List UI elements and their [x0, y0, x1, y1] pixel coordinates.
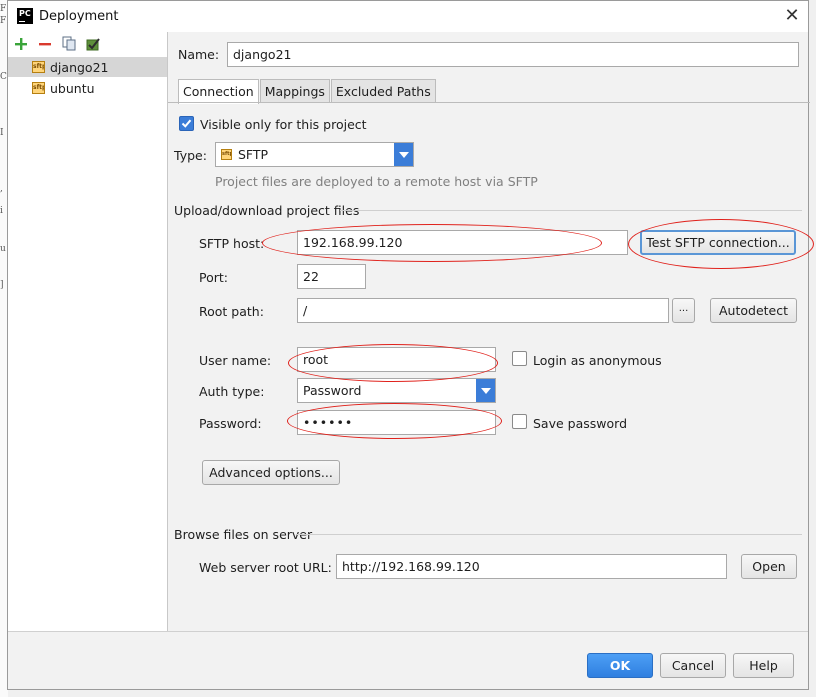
sidebar-item-label: django21 — [50, 59, 109, 75]
deployment-dialog: PC Deployment ✕ sftp django21 sftp ubunt… — [7, 0, 814, 690]
close-icon[interactable]: ✕ — [782, 5, 802, 26]
password-input[interactable]: •••••• — [297, 410, 496, 435]
pycharm-logo-icon: PC — [17, 8, 33, 24]
type-dropdown[interactable]: sftp SFTP — [215, 142, 414, 167]
port-label: Port: — [199, 270, 228, 285]
save-password-label: Save password — [533, 416, 628, 431]
upload-section-divider — [340, 210, 802, 211]
browse-button[interactable]: ... — [672, 298, 695, 323]
web-root-url-label: Web server root URL: — [199, 560, 332, 575]
footer-divider — [8, 631, 808, 632]
test-sftp-connection-button[interactable]: Test SFTP connection... — [640, 230, 796, 255]
sftp-host-label: SFTP host: — [199, 236, 265, 251]
remove-icon[interactable] — [36, 35, 54, 53]
title-bar: PC Deployment ✕ — [8, 1, 808, 32]
root-path-label: Root path: — [199, 304, 264, 319]
save-password-checkbox[interactable] — [512, 414, 527, 429]
sftp-icon: sftp — [221, 149, 232, 160]
password-label: Password: — [199, 416, 262, 431]
ok-button[interactable]: OK — [587, 653, 653, 678]
user-name-label: User name: — [199, 353, 272, 368]
visible-only-label: Visible only for this project — [200, 117, 367, 132]
chevron-down-icon — [394, 143, 413, 166]
check-icon[interactable] — [84, 35, 102, 53]
name-input[interactable]: django21 — [227, 42, 799, 67]
help-button[interactable]: Help — [733, 653, 794, 678]
sidebar-item-django21[interactable]: sftp django21 — [8, 57, 167, 77]
tab-mappings[interactable]: Mappings — [259, 79, 330, 103]
auth-type-label: Auth type: — [199, 384, 265, 399]
sftp-icon: sftp — [32, 82, 45, 94]
add-icon[interactable] — [12, 35, 30, 53]
cancel-button[interactable]: Cancel — [660, 653, 726, 678]
type-value: SFTP — [238, 147, 269, 162]
root-path-input[interactable]: / — [297, 298, 669, 323]
advanced-options-button[interactable]: Advanced options... — [202, 460, 340, 485]
browse-section-divider — [297, 534, 802, 535]
login-anonymous-label: Login as anonymous — [533, 353, 662, 368]
visible-only-checkbox[interactable] — [179, 116, 194, 131]
auth-type-value: Password — [303, 383, 362, 398]
sidebar-item-label: ubuntu — [50, 80, 95, 96]
auth-type-dropdown[interactable]: Password — [297, 378, 496, 403]
sftp-host-input[interactable]: 192.168.99.120 — [297, 230, 628, 255]
upload-section-title: Upload/download project files — [174, 203, 360, 218]
window-title: Deployment — [39, 9, 119, 24]
tab-excluded-paths[interactable]: Excluded Paths — [330, 79, 436, 103]
server-list-panel: sftp django21 sftp ubuntu — [8, 32, 168, 632]
type-description: Project files are deployed to a remote h… — [215, 174, 538, 189]
tab-divider — [168, 102, 810, 103]
sftp-icon: sftp — [32, 61, 45, 73]
copy-icon[interactable] — [60, 35, 78, 53]
browse-section-title: Browse files on server — [174, 527, 313, 542]
open-button[interactable]: Open — [741, 554, 797, 579]
user-name-input[interactable]: root — [297, 347, 496, 372]
chevron-down-icon — [476, 379, 495, 402]
tab-connection[interactable]: Connection — [178, 79, 259, 104]
web-root-url-input[interactable]: http://192.168.99.120 — [336, 554, 727, 579]
autodetect-button[interactable]: Autodetect — [710, 298, 797, 323]
port-input[interactable]: 22 — [297, 264, 366, 289]
type-label: Type: — [174, 148, 207, 163]
sidebar-item-ubuntu[interactable]: sftp ubuntu — [8, 78, 167, 98]
login-anonymous-checkbox[interactable] — [512, 351, 527, 366]
tab-bar: Connection Mappings Excluded Paths — [178, 79, 437, 104]
name-label: Name: — [178, 47, 220, 62]
